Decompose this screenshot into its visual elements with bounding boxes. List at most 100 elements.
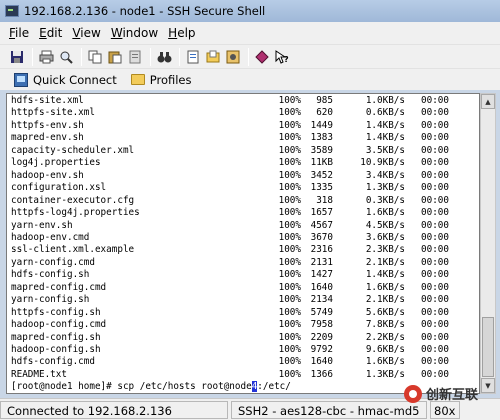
command-text: [root@node1 home]# scp /etc/hosts root@n… — [11, 381, 252, 393]
binoculars-icon[interactable] — [155, 48, 173, 66]
file-size: 9792 — [310, 344, 333, 355]
toolbar: ? — [0, 44, 500, 68]
menu-accelerator: W — [110, 26, 123, 40]
menu-view[interactable]: View — [67, 23, 105, 43]
transfer-eta: 00:00 — [421, 182, 449, 194]
file-size: 7958 — [310, 319, 333, 331]
file-size: 2131 — [310, 256, 333, 268]
scroll-up-arrow-icon[interactable]: ▲ — [481, 94, 495, 109]
svg-text:?: ? — [284, 55, 289, 64]
paste-alt-icon[interactable] — [126, 48, 144, 66]
transfer-eta: 00:00 — [421, 119, 449, 131]
transfer-eta: 00:00 — [421, 319, 449, 331]
transfer-percent: 100% — [278, 169, 301, 181]
help-icon[interactable]: ? — [273, 48, 291, 66]
menu-label-rest: elp — [177, 26, 196, 40]
transfer-percent: 100% — [278, 157, 301, 169]
terminal-output[interactable]: hdfs-site.xml 100% 985 1.0KB/s 00:00 httpfs-s… — [6, 93, 480, 394]
transfer-eta: 00:00 — [421, 194, 449, 206]
menu-bar: File Edit View Window Help — [0, 22, 500, 44]
copy-icon[interactable] — [86, 48, 104, 66]
menu-help[interactable]: Help — [163, 23, 200, 43]
transfer-eta: 00:00 — [421, 269, 449, 281]
transfer-rate: 10.9KB/s — [360, 157, 405, 169]
file-size: 3589 — [310, 144, 333, 156]
transfer-eta: 00:00 — [421, 294, 449, 306]
scroll-down-arrow-icon[interactable]: ▼ — [481, 378, 495, 393]
transfer-percent: 100% — [278, 306, 301, 318]
transfer-rate: 3.6KB/s — [365, 231, 405, 243]
transfer-percent: 100% — [278, 107, 301, 119]
file-size: 318 — [316, 194, 333, 206]
terminal-size-status: 80x — [430, 400, 460, 419]
file-size: 985 — [316, 95, 333, 106]
file-name: ssl-client.xml.example — [11, 244, 135, 256]
menu-window[interactable]: Window — [106, 23, 163, 43]
menu-file[interactable]: File — [4, 23, 34, 43]
file-name: container-executor.cfg — [11, 194, 135, 206]
transfer-percent: 100% — [278, 95, 301, 106]
file-name: mapred-config.sh — [11, 331, 101, 343]
watermark-text: 创新互联 — [426, 388, 479, 403]
transfer-rate: 2.1KB/s — [365, 294, 405, 306]
file-name: httpfs-env.sh — [11, 119, 84, 131]
title-bar[interactable]: 192.168.2.136 - node1 - SSH Secure Shell — [0, 0, 500, 22]
file-name: yarn-config.cmd — [11, 256, 95, 268]
find-icon[interactable] — [57, 48, 75, 66]
transfer-rate: 0.3KB/s — [365, 194, 405, 206]
settings-icon[interactable] — [224, 48, 242, 66]
file-name: hadoop-env.sh — [11, 169, 84, 181]
transfer-percent: 100% — [278, 319, 301, 331]
file-name: yarn-env.sh — [11, 219, 73, 231]
quick-connect-label: Quick Connect — [33, 72, 117, 87]
print-icon[interactable] — [37, 48, 55, 66]
file-size: 1335 — [310, 182, 333, 194]
file-name: yarn-config.sh — [11, 294, 90, 306]
file-name: mapred-config.cmd — [11, 281, 107, 293]
file-name: httpfs-config.sh — [11, 306, 101, 318]
profiles-label: Profiles — [149, 72, 192, 87]
scroll-thumb[interactable] — [482, 317, 494, 377]
file-name: configuration.xsl — [11, 182, 107, 194]
file-name: httpfs-log4j.properties — [11, 207, 140, 219]
open-file-icon[interactable] — [204, 48, 222, 66]
transfer-eta: 00:00 — [421, 219, 449, 231]
command-prompt-line[interactable]: [root@node1 home]# scp /etc/hosts root@n… — [11, 381, 291, 393]
paste-icon[interactable] — [106, 48, 124, 66]
transfer-rate: 1.6KB/s — [365, 356, 405, 368]
save-icon[interactable] — [8, 48, 26, 66]
transfer-eta: 00:00 — [421, 144, 449, 156]
transfer-percent: 100% — [278, 344, 301, 355]
ssh-window: 192.168.2.136 - node1 - SSH Secure Shell… — [0, 0, 500, 420]
transfer-rate: 5.6KB/s — [365, 306, 405, 318]
connection-status: Connected to 192.168.2.136 — [0, 400, 228, 419]
transfer-rate: 2.3KB/s — [365, 244, 405, 256]
transfer-eta: 00:00 — [421, 169, 449, 181]
transfer-eta: 00:00 — [421, 207, 449, 219]
transfer-rate: 0.6KB/s — [365, 107, 405, 119]
file-name: hdfs-config.cmd — [11, 356, 95, 368]
transfer-eta: 00:00 — [421, 157, 449, 169]
profiles-button[interactable]: Profiles — [127, 71, 196, 89]
file-name: httpfs-site.xml — [11, 107, 95, 119]
menu-label-rest: indow — [122, 26, 159, 40]
vertical-scrollbar[interactable]: ▲ ▼ — [480, 93, 496, 394]
transfer-percent: 100% — [278, 182, 301, 194]
profile-icon[interactable] — [253, 48, 271, 66]
command-text: :/etc/ — [257, 381, 291, 393]
file-size: 4567 — [310, 219, 333, 231]
transfer-eta: 00:00 — [421, 331, 449, 343]
transfer-percent: 100% — [278, 244, 301, 256]
file-size: 1383 — [310, 132, 333, 144]
transfer-eta: 00:00 — [421, 132, 449, 144]
transfer-rate: 1.6KB/s — [365, 207, 405, 219]
transfer-percent: 100% — [278, 207, 301, 219]
menu-edit[interactable]: Edit — [34, 23, 67, 43]
terminal-app-icon — [5, 5, 19, 17]
new-file-icon[interactable] — [184, 48, 202, 66]
cipher-status: SSH2 - aes128-cbc - hmac-md5 — [231, 400, 427, 419]
transfer-rate: 4.5KB/s — [365, 219, 405, 231]
file-size: 2209 — [310, 331, 333, 343]
quick-connect-button[interactable]: Quick Connect — [10, 71, 121, 89]
menu-accelerator: H — [168, 26, 178, 40]
